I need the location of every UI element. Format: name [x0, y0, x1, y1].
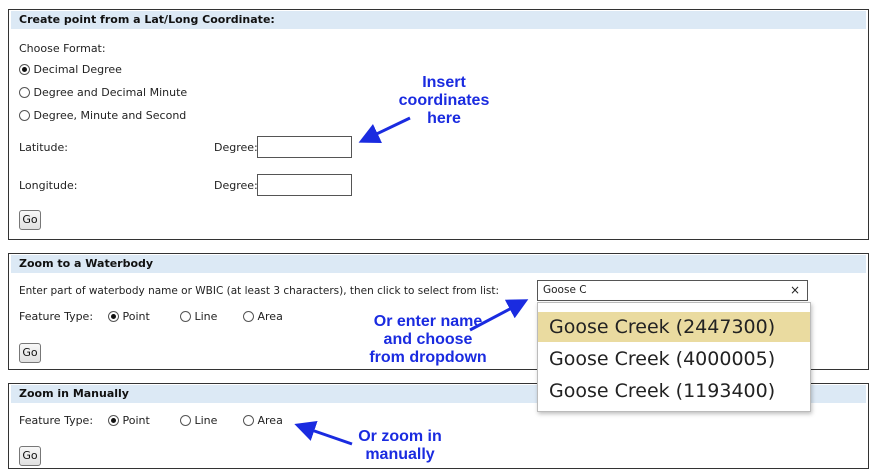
radio-button[interactable]: [19, 64, 30, 75]
radio-button[interactable]: [19, 87, 30, 98]
waterbody-feature-line[interactable]: Line: [180, 310, 217, 323]
feature-type-label: Line: [194, 310, 218, 323]
format-option-degree-decimal-minute[interactable]: Degree and Decimal Minute: [19, 86, 187, 99]
annotation-line: manually: [365, 446, 435, 463]
dropdown-option[interactable]: Goose Creek (1193400): [538, 376, 810, 406]
annotation-line: Or zoom in: [358, 428, 442, 445]
zoom-manually-annotation: Or zoom in manually: [340, 428, 460, 464]
waterbody-search-value: Goose C: [543, 284, 587, 296]
latlong-go-button[interactable]: Go: [19, 210, 41, 230]
clear-search-icon[interactable]: ×: [790, 283, 800, 297]
manual-feature-point[interactable]: Point: [108, 414, 150, 427]
format-option-dms[interactable]: Degree, Minute and Second: [19, 109, 186, 122]
feature-type-label: Area: [257, 414, 283, 427]
format-option-label: Degree and Decimal Minute: [33, 86, 188, 99]
choose-format-label: Choose Format:: [19, 42, 106, 55]
latitude-label: Latitude:: [19, 141, 68, 154]
radio-button[interactable]: [180, 311, 191, 322]
manual-feature-line[interactable]: Line: [180, 414, 217, 427]
waterbody-panel-title: Zoom to a Waterbody: [11, 255, 866, 273]
annotation-line: Or enter name: [373, 313, 483, 330]
radio-button[interactable]: [108, 311, 119, 322]
feature-type-label: Line: [194, 414, 218, 427]
waterbody-dropdown-list: Goose Creek (2447300) Goose Creek (40000…: [537, 302, 811, 412]
longitude-label: Longitude:: [19, 179, 78, 192]
enter-name-annotation: Or enter name and choose from dropdown: [358, 313, 498, 367]
feature-type-label: Area: [257, 310, 283, 323]
annotation-line: here: [427, 110, 461, 127]
longitude-degree-input[interactable]: [257, 174, 352, 196]
waterbody-feature-area[interactable]: Area: [243, 310, 283, 323]
manual-feature-area[interactable]: Area: [243, 414, 283, 427]
latlong-panel-title: Create point from a Lat/Long Coordinate:: [11, 11, 866, 29]
annotation-line: and choose: [383, 331, 473, 348]
waterbody-feature-type-label: Feature Type:: [19, 310, 94, 323]
waterbody-instruction: Enter part of waterbody name or WBIC (at…: [19, 285, 500, 297]
latitude-degree-label: Degree:: [214, 141, 258, 154]
waterbody-search-input[interactable]: Goose C ×: [537, 280, 808, 301]
annotation-line: coordinates: [398, 92, 490, 109]
format-option-decimal-degree[interactable]: Decimal Degree: [19, 63, 122, 76]
radio-button[interactable]: [180, 415, 191, 426]
waterbody-go-button[interactable]: Go: [19, 343, 41, 363]
radio-button[interactable]: [243, 311, 254, 322]
feature-type-label: Point: [122, 310, 150, 323]
waterbody-feature-point[interactable]: Point: [108, 310, 150, 323]
latitude-degree-input[interactable]: [257, 136, 352, 158]
longitude-degree-label: Degree:: [214, 179, 258, 192]
format-option-label: Degree, Minute and Second: [33, 109, 187, 122]
radio-button[interactable]: [108, 415, 119, 426]
radio-button[interactable]: [19, 110, 30, 121]
feature-type-label: Point: [122, 414, 150, 427]
dropdown-option[interactable]: Goose Creek (4000005): [538, 344, 810, 374]
dropdown-option[interactable]: Goose Creek (2447300): [538, 312, 810, 342]
radio-button[interactable]: [243, 415, 254, 426]
annotation-line: from dropdown: [369, 349, 487, 366]
annotation-line: Insert: [422, 74, 466, 91]
manual-go-button[interactable]: Go: [19, 446, 41, 466]
manual-feature-type-label: Feature Type:: [19, 414, 94, 427]
format-option-label: Decimal Degree: [33, 63, 122, 76]
insert-coordinates-annotation: Insert coordinates here: [384, 74, 504, 128]
